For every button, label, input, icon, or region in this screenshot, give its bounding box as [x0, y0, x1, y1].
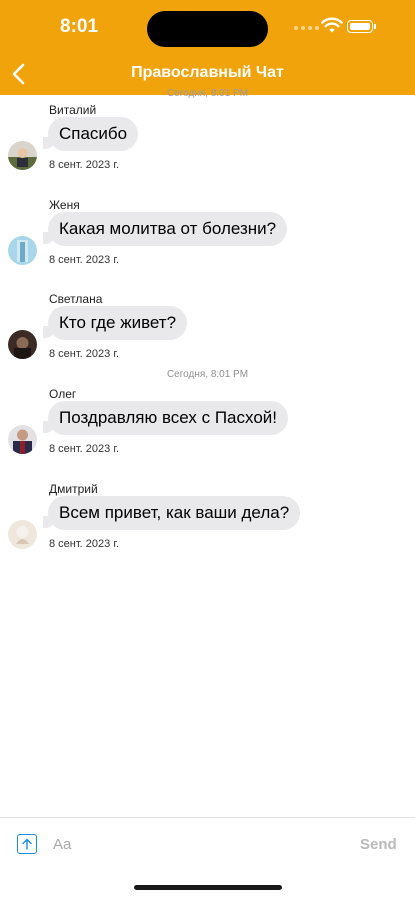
- message-input-bar: Send: [0, 817, 415, 873]
- message-date: 8 сент. 2023 г.: [49, 538, 120, 550]
- sender-name: Виталий: [49, 103, 97, 117]
- message-bubble[interactable]: Всем привет, как ваши дела?: [42, 496, 301, 530]
- dynamic-island: [147, 11, 268, 47]
- send-button[interactable]: Send: [360, 836, 397, 853]
- nav-header: 8:01 Православный Чат: [0, 0, 415, 95]
- wifi-icon: [321, 17, 343, 33]
- message-bubble[interactable]: Какая молитва от болезни?: [42, 212, 288, 246]
- battery-tip: [374, 24, 376, 29]
- avatar[interactable]: [8, 236, 37, 265]
- chat-title: Православный Чат: [131, 64, 284, 81]
- day-separator: Сегодня, 8:01 PM: [166, 369, 249, 380]
- timestamp-separator-top: Сегодня, 8:01 PM: [166, 88, 249, 99]
- attach-button[interactable]: [17, 834, 37, 854]
- avatar[interactable]: [8, 520, 37, 549]
- status-time: 8:01: [60, 16, 99, 37]
- home-indicator: [134, 885, 282, 890]
- message-row: Женя Какая молитва от болезни? 8 сент. 2…: [0, 198, 415, 288]
- sender-name: Олег: [49, 387, 77, 401]
- avatar[interactable]: [8, 141, 37, 170]
- cellular-signal-icon: [294, 26, 319, 30]
- message-date: 8 сент. 2023 г.: [49, 254, 120, 266]
- avatar[interactable]: [8, 330, 37, 359]
- message-bubble[interactable]: Спасибо: [42, 117, 139, 151]
- message-row: Виталий Спасибо 8 сент. 2023 г.: [0, 103, 415, 193]
- sender-name: Женя: [49, 198, 80, 212]
- message-bubble[interactable]: Кто где живет?: [42, 306, 188, 340]
- sender-name: Дмитрий: [49, 482, 98, 496]
- sender-name: Светлана: [49, 292, 103, 306]
- message-text-input[interactable]: [53, 831, 343, 857]
- upload-arrow-icon: [22, 838, 32, 850]
- message-date: 8 сент. 2023 г.: [49, 443, 120, 455]
- message-bubble[interactable]: Поздравляю всех с Пасхой!: [43, 401, 288, 435]
- message-row: Олег Поздравляю всех с Пасхой! 8 сент. 2…: [0, 387, 415, 477]
- battery-icon: [347, 20, 373, 33]
- message-date: 8 сент. 2023 г.: [49, 348, 120, 360]
- message-row: Дмитрий Всем привет, как ваши дела? 8 се…: [0, 482, 415, 572]
- message-date: 8 сент. 2023 г.: [49, 159, 120, 171]
- avatar[interactable]: [8, 425, 37, 454]
